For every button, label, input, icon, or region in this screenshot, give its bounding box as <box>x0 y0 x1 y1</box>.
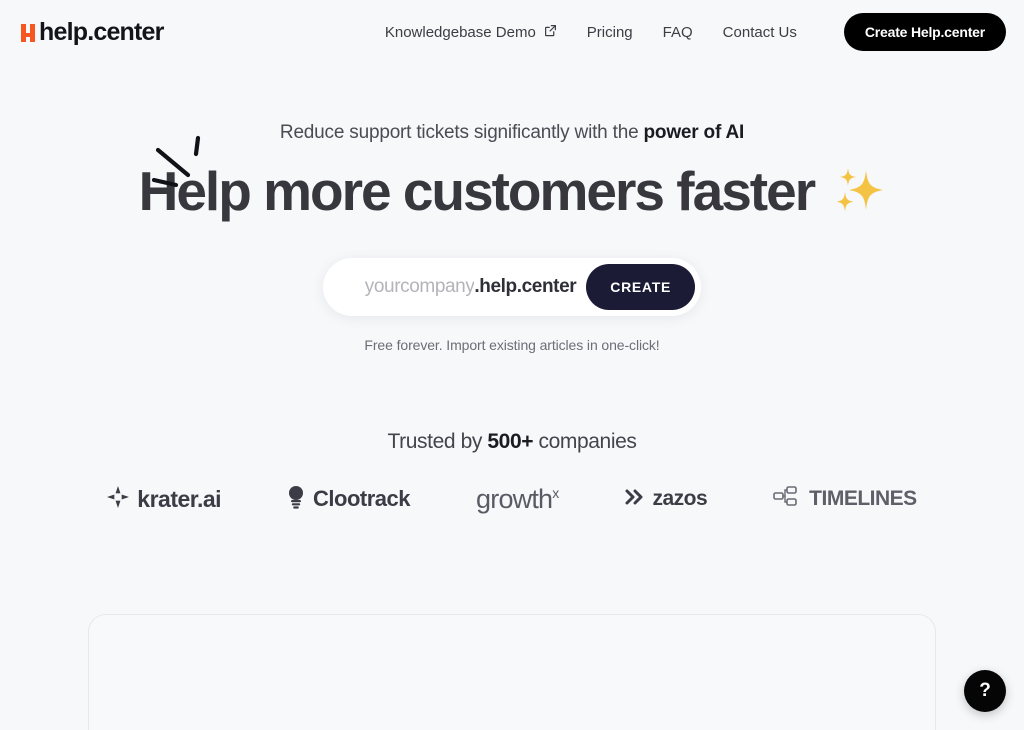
nav-label: Knowledgebase Demo <box>384 23 536 41</box>
lightbulb-icon <box>287 485 305 514</box>
hero-headline-text: Help more customers faster <box>138 160 816 222</box>
nav-item-pricing[interactable]: Pricing <box>587 24 633 41</box>
question-mark-icon: ? <box>979 680 991 701</box>
help-widget-button[interactable]: ? <box>964 670 1006 712</box>
nav-item-contact-us[interactable]: Contact Us <box>723 24 797 41</box>
external-link-icon <box>544 24 557 41</box>
customer-logo-krater: krater.ai <box>107 484 222 514</box>
customer-logo-label: Clootrack <box>313 486 411 512</box>
growth-word: growth <box>476 483 553 514</box>
content-preview-card <box>88 614 936 730</box>
company-subdomain-input[interactable] <box>304 276 475 299</box>
gantt-chart-icon <box>773 486 801 513</box>
signup-note: Free forever. Import existing articles i… <box>364 337 660 354</box>
nav-item-faq[interactable]: FAQ <box>663 24 693 41</box>
create-button[interactable]: CREATE <box>586 264 695 311</box>
trusted-count: 500+ <box>487 430 534 454</box>
trusted-suffix: companies <box>533 430 637 454</box>
trusted-prefix: Trusted by <box>387 430 488 454</box>
create-help-center-button[interactable]: Create Help.center <box>843 13 1006 51</box>
hero-eyebrow-emphasis: power of AI <box>643 122 745 143</box>
h-umlaut-logo-icon <box>18 19 38 45</box>
customer-logo-strip: krater.ai Clootrack growthx zazos TIMELI… <box>0 484 1024 514</box>
domain-suffix-label: .help.center <box>474 276 577 298</box>
domain-signup-field[interactable]: .help.center CREATE <box>304 258 701 317</box>
logo-text: help.center <box>39 17 164 46</box>
customer-logo-label: krater.ai <box>137 485 222 512</box>
customer-logo-label: TIMELINES <box>809 487 917 511</box>
double-chevron-icon <box>624 488 644 511</box>
diamond-compass-icon <box>107 485 130 513</box>
customer-logo-clootrack: Clootrack <box>287 484 411 514</box>
nav-label: FAQ <box>662 23 693 41</box>
trusted-by-heading: Trusted by 500+ companies <box>0 430 1024 454</box>
nav-item-knowledgebase-demo[interactable]: Knowledgebase Demo <box>385 24 557 41</box>
hero-eyebrow-text: Reduce support tickets significantly wit… <box>279 122 644 143</box>
nav-label: Contact Us <box>722 23 797 41</box>
nav-label: Pricing <box>586 23 633 41</box>
customer-logo-growthx: growthx <box>476 483 559 515</box>
customer-logo-zazos: zazos <box>624 484 708 514</box>
sparkles-emoji <box>820 160 885 222</box>
site-header: help.center Knowledgebase Demo Pricing F… <box>0 0 1024 64</box>
customer-logo-label: growthx <box>476 483 559 515</box>
growth-superscript: x <box>552 484 559 501</box>
main-navigation: Knowledgebase Demo Pricing FAQ Contact U… <box>385 13 1006 51</box>
scribble-lines-decoration <box>150 130 216 188</box>
customer-logo-timelines: TIMELINES <box>773 484 917 514</box>
site-logo[interactable]: help.center <box>18 19 164 45</box>
hero-section: Reduce support tickets significantly wit… <box>0 122 1024 514</box>
customer-logo-label: zazos <box>652 487 708 511</box>
